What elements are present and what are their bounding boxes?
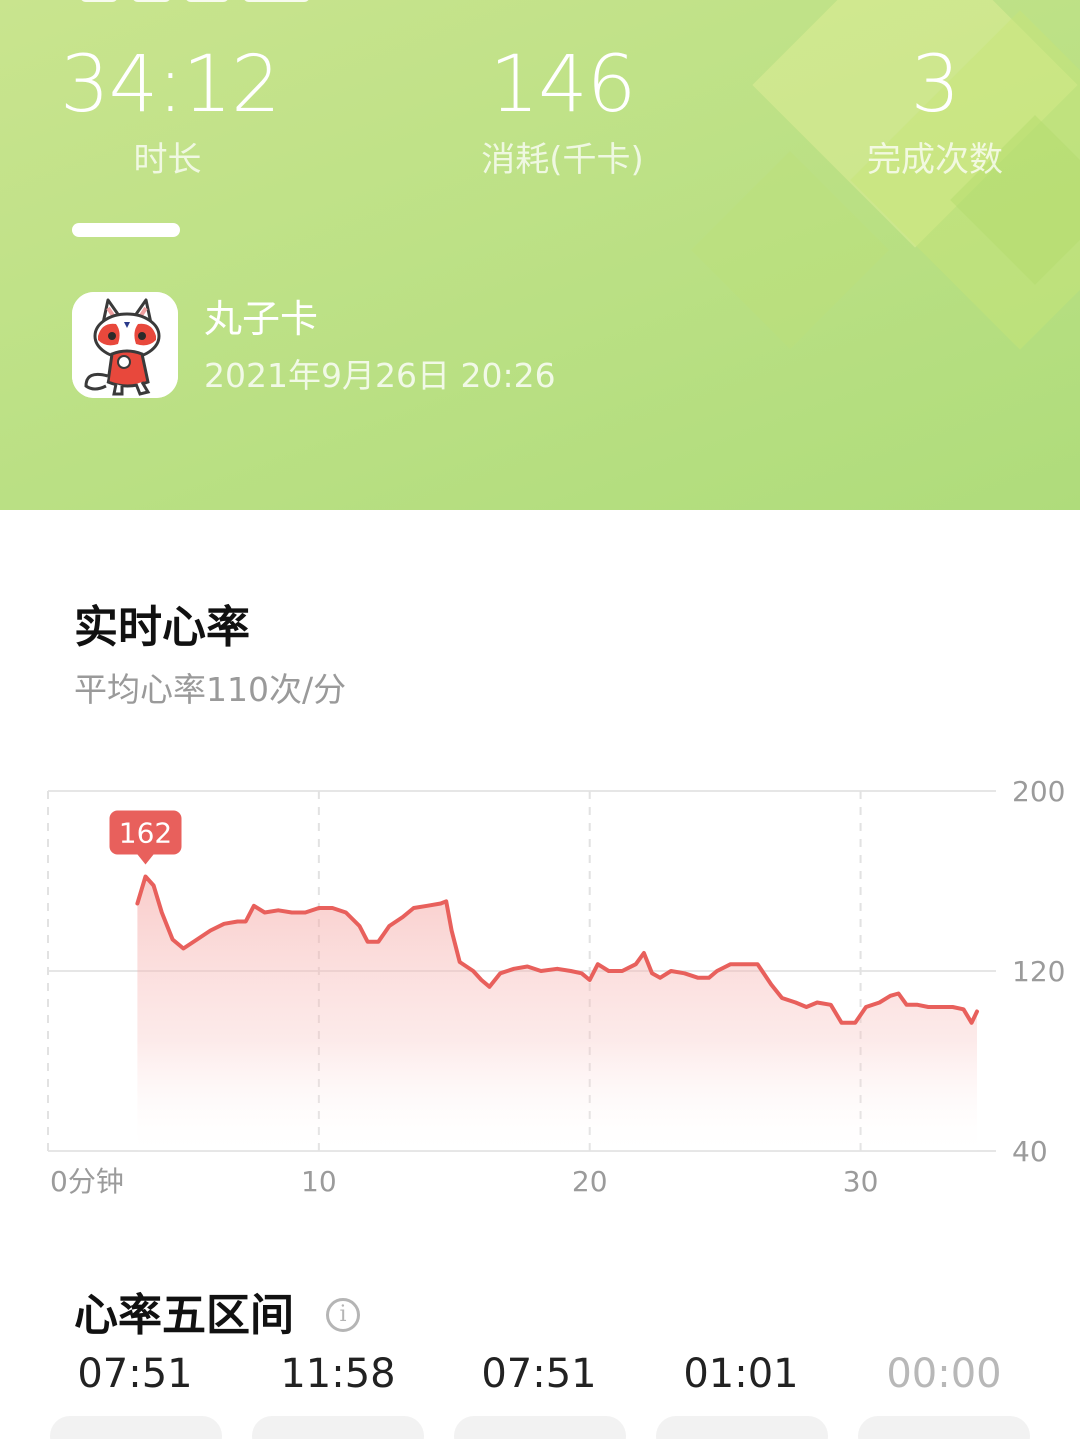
stat-calories-value: 146 [489,40,637,130]
clipped-title-fragment [80,0,311,2]
peak-marker-label: 162 [119,817,172,850]
heart-rate-area [137,876,978,1151]
heart-rate-average: 平均心率110次/分 [74,670,347,709]
page-indicator [72,223,180,237]
device-name: 丸子卡 [204,297,319,341]
zone-1-time: 07:51 [77,1351,193,1397]
stat-duration-label: 时长 [133,140,202,180]
y-tick-200: 200 [1012,775,1065,808]
heart-rate-chart[interactable]: 200 120 40 0分钟 10 20 30 162 [0,760,1080,1220]
x-tick-2: 20 [572,1165,608,1198]
zone-2-bar [252,1416,424,1439]
device-avatar [72,292,178,398]
y-tick-40: 40 [1012,1135,1048,1168]
x-tick-1: 10 [301,1165,337,1198]
info-icon[interactable]: i [326,1298,360,1332]
stat-completions: 3 完成次数 [840,40,1030,180]
stat-completions-value: 3 [910,40,961,130]
workout-summary-header: 34:12 时长 146 消耗(千卡) 3 完成次数 丸子卡 2021年9月26… [0,0,1080,510]
heart-rate-title: 实时心率 [74,602,250,653]
peak-marker-pointer [137,854,154,865]
stat-duration: 34:12 时长 [60,40,281,180]
zone-3-time: 07:51 [481,1351,597,1397]
zone-bars [0,1416,1080,1439]
workout-detail-page: 34:12 时长 146 消耗(千卡) 3 完成次数 丸子卡 2021年9月26… [0,0,1080,1439]
x-tick-3: 30 [843,1165,879,1198]
zone-5-time: 00:00 [886,1351,1002,1397]
heart-rate-zones-title: 心率五区间 [74,1290,294,1341]
y-tick-120: 120 [1012,955,1065,988]
zone-3-bar [454,1416,626,1439]
zone-2-time: 11:58 [280,1351,396,1397]
x-tick-0: 0分钟 [50,1165,124,1198]
workout-datetime: 2021年9月26日 20:26 [204,356,556,395]
zone-times: 07:51 11:58 07:51 01:01 00:00 [0,1350,1080,1400]
zone-1-bar [50,1416,222,1439]
stat-calories: 146 消耗(千卡) [440,40,685,180]
zone-4-bar [656,1416,828,1439]
device-info[interactable]: 丸子卡 2021年9月26日 20:26 [72,292,672,402]
stat-duration-value: 34:12 [60,40,281,130]
stat-completions-label: 完成次数 [867,140,1003,180]
zone-5-bar [858,1416,1030,1439]
cat-mascot-icon [72,292,178,398]
stat-calories-label: 消耗(千卡) [481,140,644,180]
zone-4-time: 01:01 [683,1351,799,1397]
heart-rate-chart-svg: 200 120 40 0分钟 10 20 30 162 [47,775,1065,1198]
